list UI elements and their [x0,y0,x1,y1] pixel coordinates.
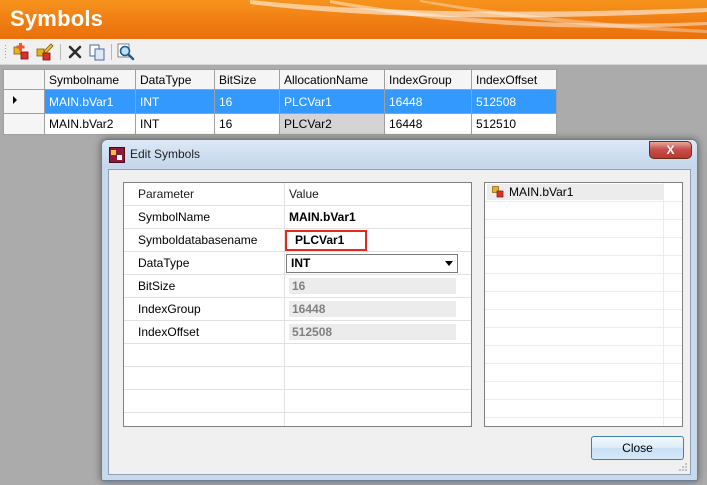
table-row[interactable]: MAIN.bVar2 INT 16 PLCVar2 16448 512510 [3,113,557,135]
property-label: DataType [124,252,285,274]
column-header-symbolname[interactable]: Symbolname [44,69,136,90]
toolbar-grip [5,45,6,59]
property-grid: Parameter Value SymbolName MAIN.bVar1 Sy… [123,182,472,427]
tree-item-label: MAIN.bVar1 [509,185,574,199]
cell-bitsize[interactable]: 16 [214,113,280,135]
add-symbol-icon[interactable] [12,42,32,62]
tree-gridline [485,255,682,256]
cell-allocationname[interactable]: PLCVar2 [279,113,385,135]
delete-icon[interactable] [65,42,85,62]
edit-symbol-icon[interactable] [35,42,55,62]
tree-gridline [485,381,682,382]
row-header-corner [3,69,45,90]
close-button[interactable]: Close [591,436,684,460]
indexgroup-readonly-field: 16448 [289,301,456,317]
cell-allocationname[interactable]: PLCVar1 [279,89,385,114]
cell-indexgroup[interactable]: 16448 [384,89,472,114]
column-header-indexgroup[interactable]: IndexGroup [384,69,472,90]
property-row-symbolname: SymbolName MAIN.bVar1 [124,206,471,229]
property-label: SymbolName [124,206,285,228]
toolbar-separator [111,44,112,60]
tree-gridline [485,237,682,238]
property-row-indexoffset: IndexOffset 512508 [124,321,471,344]
cell-indexgroup[interactable]: 16448 [384,113,472,135]
property-label: BitSize [124,275,285,297]
toolbar-separator [60,44,61,60]
column-header-datatype[interactable]: DataType [135,69,215,90]
tree-gridline [485,327,682,328]
row-selector[interactable] [3,89,45,114]
column-header-bitsize[interactable]: BitSize [214,69,280,90]
cell-indexoffset[interactable]: 512508 [471,89,557,114]
tree-gridline [485,291,682,292]
dialog-body: Parameter Value SymbolName MAIN.bVar1 Sy… [108,169,691,475]
indexoffset-readonly-field: 512508 [289,324,456,340]
edit-symbols-dialog: Edit Symbols X Parameter Value SymbolNam… [101,139,698,481]
datatype-select[interactable]: INT [286,254,458,273]
empty-row [124,344,471,367]
tree-gridline [485,417,682,418]
chevron-down-icon[interactable] [445,261,453,266]
empty-row [124,390,471,413]
property-label: IndexOffset [124,321,285,343]
datatype-cell: INT [285,252,471,274]
cell-datatype[interactable]: INT [135,89,215,114]
dialog-close-x-button[interactable]: X [649,141,692,159]
datatype-selected-value: INT [291,256,311,270]
property-label: IndexGroup [124,298,285,320]
property-label: Symboldatabasename [124,229,285,251]
dialog-titlebar[interactable]: Edit Symbols X [102,140,697,168]
bitsize-cell: 16 [285,275,471,297]
table-row[interactable]: MAIN.bVar1 INT 16 PLCVar1 16448 512508 [3,89,557,114]
empty-row [124,367,471,390]
toolbar [0,39,707,65]
dialog-app-icon [109,147,125,163]
search-icon[interactable] [116,42,136,62]
symboldatabasename-field[interactable]: PLCVar1 [285,230,367,251]
tree-item[interactable]: MAIN.bVar1 [487,184,663,200]
copy-icon[interactable] [87,42,107,62]
app-title: Symbols [10,6,104,31]
property-row-indexgroup: IndexGroup 16448 [124,298,471,321]
tree-gridline [485,273,682,274]
current-row-arrow-icon [13,96,17,104]
tree-gridline [485,363,682,364]
row-selector[interactable] [3,113,45,135]
dialog-title: Edit Symbols [130,147,201,161]
title-banner: Symbols [0,0,707,39]
cell-symbolname[interactable]: MAIN.bVar1 [44,89,136,114]
symbol-tree-panel: MAIN.bVar1 [484,182,683,427]
tree-gridline [485,201,682,202]
indexgroup-cell: 16448 [285,298,471,320]
column-header-indexoffset[interactable]: IndexOffset [471,69,557,90]
cell-symbolname[interactable]: MAIN.bVar2 [44,113,136,135]
tree-gridline [485,345,682,346]
symboldatabasename-cell: PLCVar1 [285,229,471,251]
resize-grip-icon[interactable] [678,462,688,472]
property-row-datatype: DataType INT [124,252,471,275]
banner-swoosh-decoration [250,0,707,33]
indexoffset-cell: 512508 [285,321,471,343]
symbol-table: Symbolname DataType BitSize AllocationNa… [3,69,557,135]
tree-gridline [485,309,682,310]
property-row-bitsize: BitSize 16 [124,275,471,298]
value-column-header: Value [289,187,319,201]
parameter-column-header: Parameter [124,183,285,205]
symbolname-value: MAIN.bVar1 [289,210,356,224]
symbol-icon [492,186,504,198]
cell-indexoffset[interactable]: 512510 [471,113,557,135]
tree-gridline [485,399,682,400]
tree-gridline [485,219,682,220]
property-grid-header: Parameter Value [124,183,471,206]
column-header-allocationname[interactable]: AllocationName [279,69,385,90]
bitsize-readonly-field: 16 [289,278,456,294]
cell-datatype[interactable]: INT [135,113,215,135]
cell-bitsize[interactable]: 16 [214,89,280,114]
empty-row [124,413,471,426]
property-row-symboldatabasename: Symboldatabasename PLCVar1 [124,229,471,252]
